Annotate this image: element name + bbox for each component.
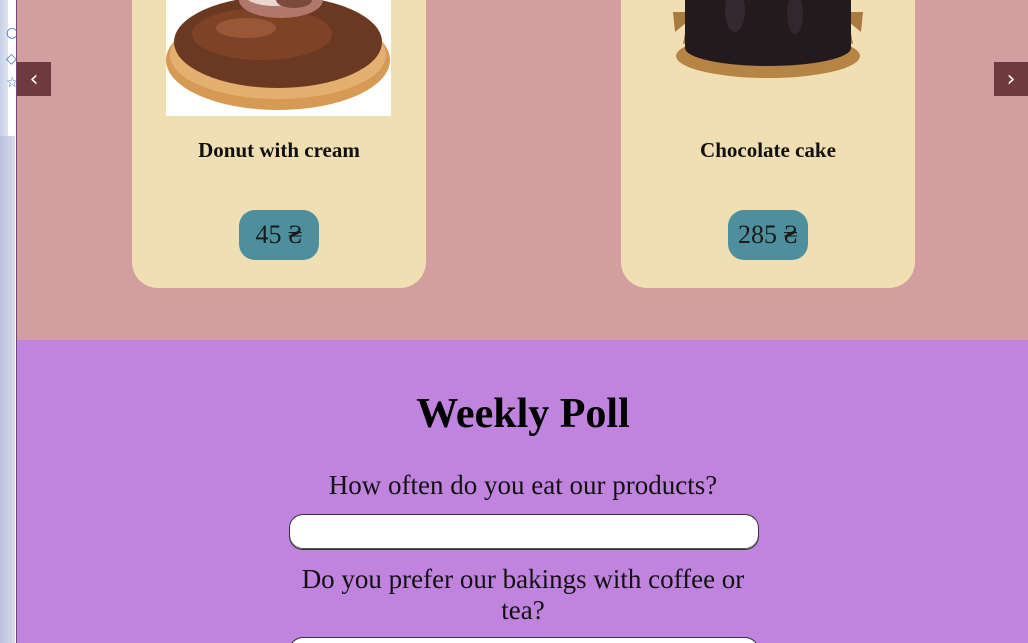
product-name: Chocolate cake [700, 138, 836, 162]
product-name: Donut with cream [198, 138, 360, 162]
poll-question: Do you prefer our bakings with coffee or… [301, 564, 745, 625]
price-badge[interactable]: 285 ₴ [728, 210, 808, 260]
chevron-right-icon: › [1006, 66, 1016, 92]
donut-image [166, 0, 391, 116]
price-badge[interactable]: 45 ₴ [239, 210, 319, 260]
chevron-left-icon: ‹ [29, 66, 39, 92]
poll-title: Weekly Poll [416, 391, 630, 437]
products-carousel: Donut with cream 45 ₴ Chocolate cake 285… [16, 0, 1028, 340]
chocolate-cake-image [655, 0, 880, 116]
carousel-prev-button[interactable]: ‹ [17, 62, 51, 96]
poll-question: How often do you eat our products? [328, 470, 718, 500]
weekly-poll: Weekly Poll How often do you eat our pro… [16, 340, 1028, 643]
background-window-edge: ○ ◇ ☆ [0, 0, 19, 643]
carousel-next-button[interactable]: › [994, 62, 1028, 96]
poll-answer-input[interactable] [289, 514, 759, 550]
poll-answer-input[interactable] [289, 637, 759, 643]
product-card[interactable]: Donut with cream 45 ₴ [132, 0, 426, 288]
product-card[interactable]: Chocolate cake 285 ₴ [621, 0, 915, 288]
